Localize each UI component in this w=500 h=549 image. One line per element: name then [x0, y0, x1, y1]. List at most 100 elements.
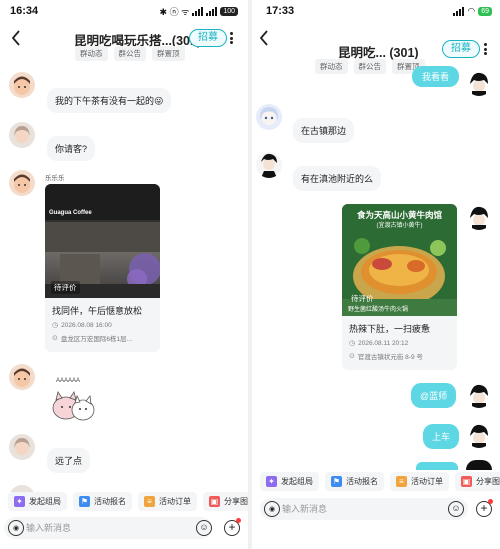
event-title: 找同伴，午后惬意放松: [52, 306, 143, 316]
event-signup-button[interactable]: ⚑ 活动报名: [325, 472, 384, 491]
order-icon: ≡: [396, 476, 407, 487]
quick-action-label: 活动订单: [159, 497, 191, 506]
input-bar: ◉ 输入新消息 ◉ ☺ +: [0, 515, 248, 541]
more-options-icon[interactable]: [480, 41, 490, 57]
message-bubble[interactable]: 我的下午茶有没有一起的😜: [47, 88, 172, 113]
event-time-text: 2026.08.11 20:12: [358, 339, 409, 347]
avatar[interactable]: [9, 72, 35, 98]
quick-action-label: 活动订单: [411, 477, 443, 486]
quick-action-label: 发起组局: [29, 497, 61, 506]
chip-group-notice[interactable]: 群公告: [353, 59, 386, 74]
message-bubble[interactable]: 远了点: [47, 448, 91, 473]
signal-icon: [453, 6, 465, 16]
group-chips: 群动态 群公告 群置顶: [315, 59, 425, 74]
emoji-icon[interactable]: ☺: [448, 501, 464, 517]
event-location-text: 盘龙区万宏国际6栋1层...: [60, 336, 133, 343]
avatar-self[interactable]: [466, 204, 492, 230]
quick-actions: ✦ 发起组局 ⚑ 活动报名 ≡ 活动订单 ▣ 分享图片: [0, 492, 248, 511]
wifi-icon: ◠: [467, 5, 476, 16]
event-location: ⊙ 官渡古镇状元街 8-9 号: [349, 351, 450, 361]
status-time: 16:34: [10, 5, 39, 17]
message-input[interactable]: 输入新消息: [4, 517, 212, 539]
battery-icon: 69: [478, 6, 492, 16]
group-icon: ✦: [14, 496, 25, 507]
status-bar: 16:34 ✱ ⓝ ᯤ 100: [0, 0, 248, 22]
quick-action-label: 分享图片: [224, 497, 248, 506]
recruit-button[interactable]: 招募: [189, 29, 227, 47]
event-location-text: 官渡古镇状元街 8-9 号: [357, 354, 423, 361]
chip-group-notice[interactable]: 群公告: [113, 46, 146, 61]
avatar[interactable]: [9, 122, 35, 148]
avatar-self[interactable]: [466, 70, 492, 96]
event-order-button[interactable]: ≡ 活动订单: [138, 492, 197, 511]
start-group-button[interactable]: ✦ 发起组局: [8, 492, 67, 511]
cat-sticker[interactable]: AAAAAA: [48, 378, 98, 422]
chip-group-feed[interactable]: 群动态: [315, 59, 348, 74]
clock-icon: ◷: [349, 340, 356, 347]
recruit-button[interactable]: 招募: [442, 40, 480, 58]
message-input[interactable]: 输入新消息: [260, 498, 468, 520]
event-card[interactable]: Guagua Coffee 待评价 找同伴，午后惬意放松 ◷ 2026.08.08…: [45, 184, 160, 352]
poster-subtitle: (宜渡古镇小黄牛): [376, 223, 423, 229]
message-bubble-partial: [416, 462, 458, 470]
avatar-self: [466, 460, 492, 470]
voice-button-icon[interactable]: ◉: [264, 501, 280, 517]
avatar[interactable]: [9, 364, 35, 390]
status-time: 17:33: [266, 5, 295, 17]
message-bubble[interactable]: 在古镇那边: [293, 118, 355, 143]
location-pin-icon: ⊙: [349, 353, 355, 360]
quick-action-label: 活动报名: [94, 497, 126, 506]
event-photo: Guagua Coffee 待评价: [45, 184, 160, 298]
event-location: ⊙ 盘龙区万宏国际6栋1层...: [52, 333, 153, 343]
image-icon: ▣: [461, 476, 472, 487]
message-bubble-mine[interactable]: @蓝师: [411, 383, 457, 408]
sender-name: 乐乐乐: [45, 175, 65, 182]
bluetooth-icon: ✱ ⓝ ᯤ: [159, 6, 190, 17]
more-options-icon[interactable]: [226, 30, 236, 46]
event-title: 热辣下肚，一扫疲惫: [349, 324, 431, 334]
quick-action-label: 活动报名: [346, 477, 378, 486]
avatar[interactable]: [256, 104, 282, 130]
share-image-button[interactable]: ▣ 分享图片: [203, 492, 248, 511]
voice-button-icon[interactable]: ◉: [8, 520, 24, 536]
input-bar: 输入新消息 ◉ ☺ +: [252, 496, 500, 522]
group-chips: 群动态 群公告 群置顶: [75, 46, 185, 61]
avatar[interactable]: [9, 434, 35, 460]
message-list[interactable]: 我的下午茶有没有一起的😜 你请客? 乐乐乐 Guagua Coffee 待评价 …: [0, 62, 248, 549]
notification-dot: [488, 499, 493, 504]
event-time: ◷ 2026.08.08 16:00: [52, 321, 153, 330]
event-photo: 食为天高山小黄牛肉馆 (宜渡古镇小黄牛) 待评价 野生菌红酸汤牛肉火锅: [342, 204, 457, 316]
status-icons: ✱ ⓝ ᯤ 100: [160, 5, 238, 18]
flag-icon: ⚑: [79, 496, 90, 507]
right-screen: 17:33 ◠ 69 昆明吃... (301) 招募 群动态 群公告 群置顶 我…: [252, 0, 500, 549]
back-arrow-icon[interactable]: [10, 28, 26, 48]
message-bubble[interactable]: 你请客?: [47, 136, 96, 161]
avatar-self[interactable]: [466, 382, 492, 408]
message-bubble[interactable]: 有在滇池附近的么: [293, 166, 382, 191]
back-arrow-icon[interactable]: [258, 28, 274, 48]
event-time: ◷ 2026.08.11 20:12: [349, 339, 450, 348]
start-group-button[interactable]: ✦ 发起组局: [260, 472, 319, 491]
message-bubble-mine[interactable]: 我看看: [412, 66, 460, 87]
share-image-button[interactable]: ▣ 分享图片: [455, 472, 500, 491]
battery-icon: 100: [220, 6, 238, 16]
cafe-sign: Guagua Coffee: [49, 210, 92, 216]
chip-group-feed[interactable]: 群动态: [75, 46, 108, 61]
left-screen: 16:34 ✱ ⓝ ᯤ 100 昆明吃喝玩乐搭...(301) 招募 群动态 群…: [0, 0, 248, 549]
event-order-button[interactable]: ≡ 活动订单: [390, 472, 449, 491]
notification-dot: [236, 518, 241, 523]
message-bubble-mine[interactable]: 上车: [423, 424, 460, 449]
quick-action-label: 发起组局: [281, 477, 313, 486]
clock-icon: ◷: [52, 322, 59, 329]
group-icon: ✦: [266, 476, 277, 487]
chip-group-pinned[interactable]: 群置顶: [152, 46, 185, 61]
avatar[interactable]: [9, 170, 35, 196]
avatar-self[interactable]: [466, 422, 492, 448]
emoji-icon[interactable]: ☺: [196, 520, 212, 536]
event-signup-button[interactable]: ⚑ 活动报名: [73, 492, 132, 511]
status-bar: 17:33 ◠ 69: [252, 0, 500, 22]
avatar[interactable]: [256, 152, 282, 178]
event-card[interactable]: 食为天高山小黄牛肉馆 (宜渡古镇小黄牛) 待评价 野生菌红酸汤牛肉火锅 热辣下肚…: [342, 204, 457, 370]
review-tag: 待评价: [51, 281, 80, 294]
image-icon: ▣: [209, 496, 220, 507]
